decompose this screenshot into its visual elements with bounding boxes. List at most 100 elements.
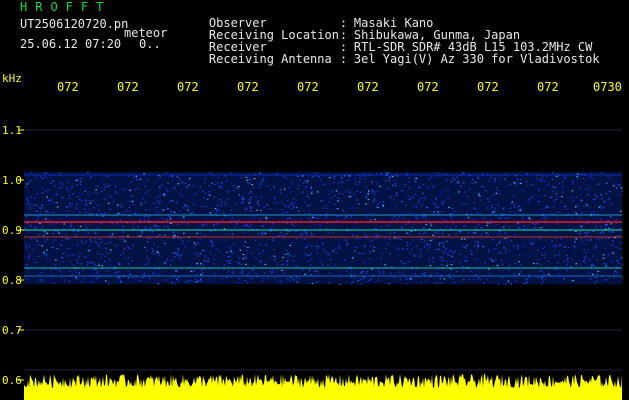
noise-speckle [435,199,437,201]
noise-speckle [311,258,313,261]
noise-speckle [434,252,437,254]
noise-speckle [79,211,81,213]
noise-speckle [183,232,185,234]
noise-speckle [325,205,327,207]
noise-speckle [304,180,306,182]
noise-speckle [209,172,211,174]
noise-speckle [316,212,318,214]
noise-speckle [241,273,243,275]
noise-speckle [410,248,413,250]
noise-speckle [605,279,608,281]
noise-speckle [66,210,68,212]
noise-speckle [295,206,298,208]
noise-speckle [593,211,595,213]
noise-speckle [177,232,179,234]
noise-speckle [272,249,275,251]
noise-speckle [190,195,192,197]
noise-speckle [536,222,538,224]
noise-speckle [359,178,361,180]
noise-speckle [60,264,62,266]
noise-speckle [412,239,414,241]
noise-speckle [231,233,234,235]
noise-speckle [477,244,479,246]
noise-speckle [154,279,157,281]
noise-speckle [402,217,404,219]
noise-speckle [543,274,545,276]
noise-speckle [515,184,517,186]
noise-speckle [605,265,607,267]
noise-speckle [243,256,246,258]
noise-speckle [412,211,415,213]
noise-speckle [573,247,576,249]
noise-speckle [594,203,597,205]
noise-speckle [514,277,516,279]
noise-speckle [500,260,503,262]
noise-speckle [353,227,355,229]
noise-speckle [214,196,216,198]
noise-speckle [200,224,203,227]
noise-speckle [526,173,529,175]
noise-speckle [326,207,329,209]
noise-speckle [265,216,267,218]
noise-speckle [501,277,504,279]
noise-speckle [370,245,372,247]
noise-speckle [594,198,596,201]
noise-speckle [153,243,156,245]
noise-speckle [337,219,339,221]
noise-speckle [323,248,325,250]
noise-speckle [592,273,594,275]
noise-speckle [261,279,263,282]
noise-speckle [441,200,443,202]
noise-speckle [146,279,148,281]
noise-speckle [334,248,336,251]
noise-speckle [154,224,157,226]
noise-speckle [264,263,266,265]
noise-speckle [202,250,204,252]
noise-speckle [255,273,258,275]
noise-speckle [552,190,554,192]
noise-speckle [420,260,422,262]
noise-speckle [85,234,88,236]
noise-speckle [328,190,331,193]
noise-speckle [171,179,173,181]
noise-speckle [440,191,443,193]
noise-speckle [321,241,324,244]
noise-speckle [558,254,560,256]
noise-speckle [247,193,249,195]
noise-speckle [528,199,530,201]
noise-speckle [104,186,106,188]
noise-speckle [562,181,564,183]
noise-speckle [504,178,506,180]
noise-speckle [611,260,613,262]
noise-speckle [41,204,43,206]
noise-speckle [246,223,248,226]
noise-speckle [367,192,370,194]
noise-speckle [291,223,293,225]
noise-speckle [542,247,544,249]
noise-speckle [102,240,104,242]
noise-speckle [183,216,185,218]
noise-speckle [328,201,330,203]
noise-speckle [46,196,48,198]
y-tick-label: 0.8 [2,274,22,287]
noise-speckle [305,232,307,234]
noise-speckle [585,204,588,206]
noise-speckle [405,263,407,265]
noise-speckle [274,259,276,261]
noise-speckle [368,279,370,281]
noise-speckle [149,230,152,232]
noise-speckle [330,197,333,199]
noise-speckle [552,245,554,247]
noise-speckle [122,239,125,241]
noise-speckle [250,277,253,279]
noise-speckle [423,199,425,201]
noise-speckle [391,266,393,268]
noise-speckle [206,249,209,251]
noise-speckle [132,172,135,174]
noise-speckle [127,263,130,265]
noise-speckle [218,250,221,252]
noise-speckle [389,196,392,198]
noise-speckle [148,195,150,197]
noise-speckle [177,177,179,179]
x-tick-label: 072 [537,80,559,94]
